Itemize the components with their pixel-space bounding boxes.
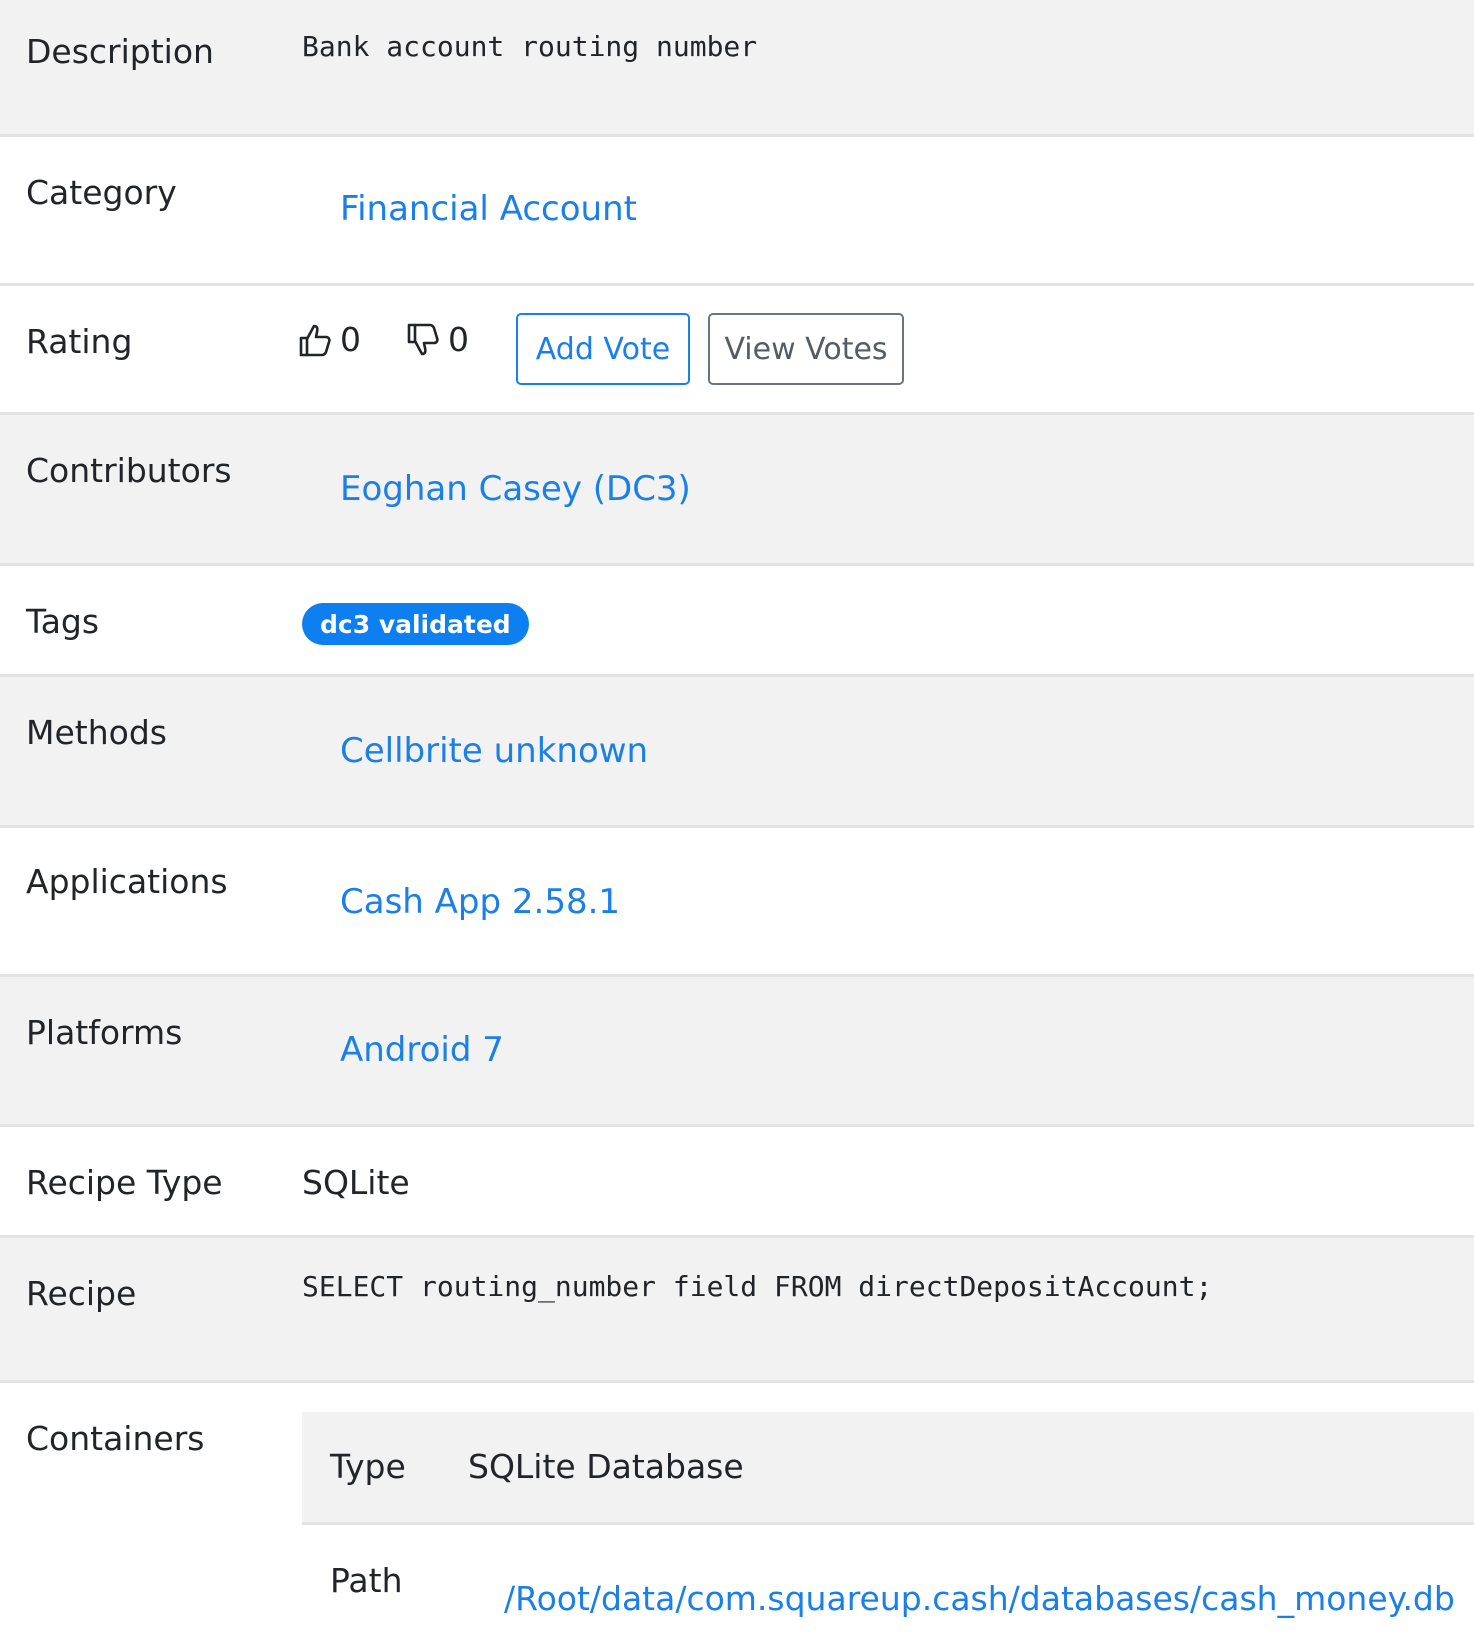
row-rating: Rating 0 0 Add Vote View Votes — [0, 286, 1474, 412]
downvote-count: 0 — [448, 320, 469, 359]
description-label: Description — [26, 32, 214, 71]
row-containers: Containers Type SQLite Database Path /Ro… — [0, 1383, 1474, 1633]
container-path-label: Path — [330, 1561, 403, 1600]
row-recipe-type: Recipe Type SQLite — [0, 1127, 1474, 1235]
row-methods: Methods Cellbrite unknown — [0, 677, 1474, 825]
container-type-value: SQLite Database — [468, 1447, 744, 1486]
rating-label: Rating — [26, 322, 133, 361]
thumbs-down-icon — [406, 322, 440, 358]
containers-table: Type SQLite Database Path /Root/data/com… — [302, 1412, 1474, 1633]
container-type-row: Type SQLite Database — [302, 1412, 1474, 1522]
row-category: Category Financial Account — [0, 137, 1474, 283]
method-link[interactable]: Cellbrite unknown — [340, 731, 648, 771]
description-value: Bank account routing number — [302, 30, 758, 63]
add-vote-button[interactable]: Add Vote — [516, 313, 690, 385]
methods-label: Methods — [26, 713, 167, 752]
thumbs-up-icon — [298, 322, 332, 358]
row-description: Description Bank account routing number — [0, 0, 1474, 136]
tag-badge[interactable]: dc3 validated — [302, 603, 529, 645]
view-votes-button[interactable]: View Votes — [708, 313, 904, 385]
container-path-link[interactable]: /Root/data/com.squareup.cash/databases/c… — [504, 1579, 1455, 1618]
category-label: Category — [26, 173, 177, 212]
containers-label: Containers — [26, 1419, 205, 1458]
contributor-link[interactable]: Eoghan Casey (DC3) — [340, 469, 691, 509]
row-applications: Applications Cash App 2.58.1 — [0, 828, 1474, 974]
application-link[interactable]: Cash App 2.58.1 — [340, 882, 620, 922]
platforms-label: Platforms — [26, 1013, 183, 1052]
upvote-count: 0 — [340, 320, 361, 359]
row-contributors: Contributors Eoghan Casey (DC3) — [0, 415, 1474, 563]
recipe-label: Recipe — [26, 1274, 137, 1313]
upvote-count-group[interactable]: 0 — [298, 320, 361, 359]
downvote-count-group[interactable]: 0 — [406, 320, 469, 359]
container-path-row: Path /Root/data/com.squareup.cash/databa… — [302, 1525, 1474, 1633]
platform-link[interactable]: Android 7 — [340, 1030, 504, 1070]
container-type-label: Type — [330, 1447, 406, 1486]
row-platforms: Platforms Android 7 — [0, 977, 1474, 1124]
row-tags: Tags dc3 validated — [0, 566, 1474, 674]
recipe-type-label: Recipe Type — [26, 1163, 223, 1202]
tags-label: Tags — [26, 602, 100, 641]
applications-label: Applications — [26, 862, 228, 901]
row-recipe: Recipe SELECT routing_number field FROM … — [0, 1238, 1474, 1380]
recipe-query: SELECT routing_number field FROM directD… — [302, 1270, 1213, 1303]
category-link[interactable]: Financial Account — [340, 189, 637, 229]
contributors-label: Contributors — [26, 451, 232, 490]
recipe-type-value: SQLite — [302, 1163, 410, 1202]
